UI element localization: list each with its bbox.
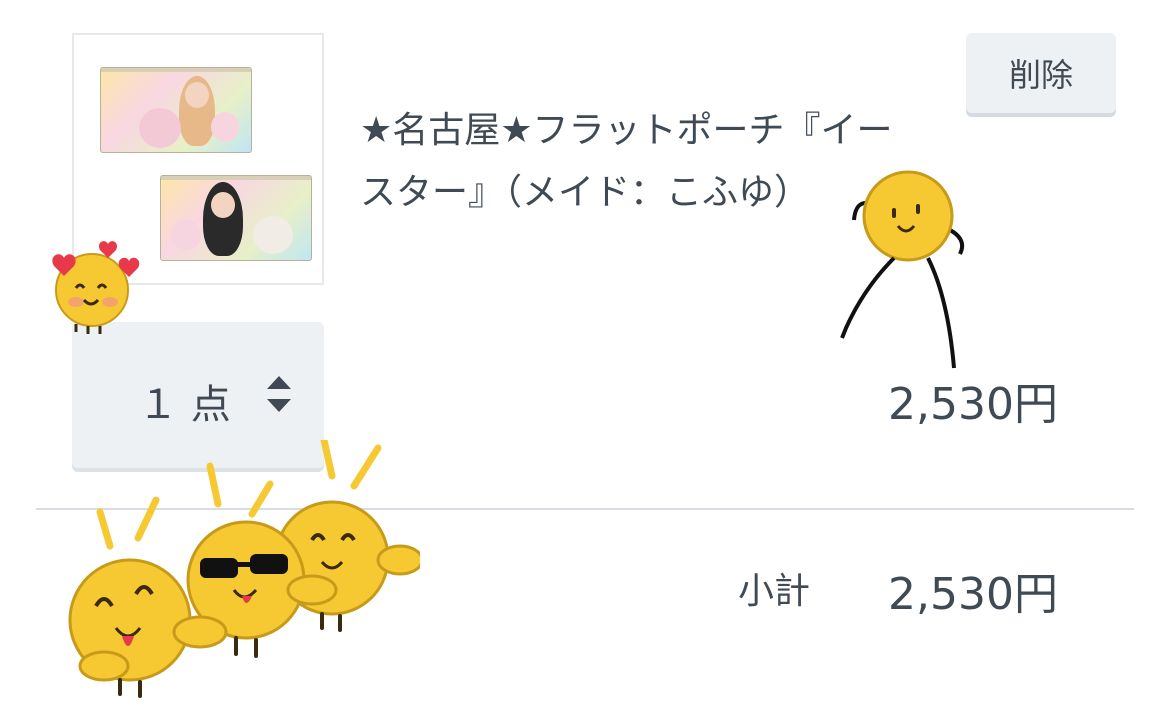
heart-eyes-chick-sticker (52, 241, 140, 334)
dancing-chick-sticker (840, 170, 965, 369)
product-name-line1: ★名古屋★フラットポーチ『イー (360, 110, 893, 151)
delete-button[interactable]: 削除 (966, 33, 1116, 113)
up-down-arrows-icon (267, 376, 291, 412)
quantity-value: １ 点 (138, 382, 231, 428)
subtotal-value: 2,530円 (888, 569, 1058, 620)
subtotal-label: 小計 (738, 571, 811, 612)
pouch-image-bottom (160, 175, 312, 261)
three-chicks-sticker (68, 440, 420, 698)
pouch-image-top (100, 67, 252, 153)
product-name-line2: スター』（メイド：こふゆ） (360, 172, 811, 213)
item-price: 2,530円 (888, 379, 1058, 430)
